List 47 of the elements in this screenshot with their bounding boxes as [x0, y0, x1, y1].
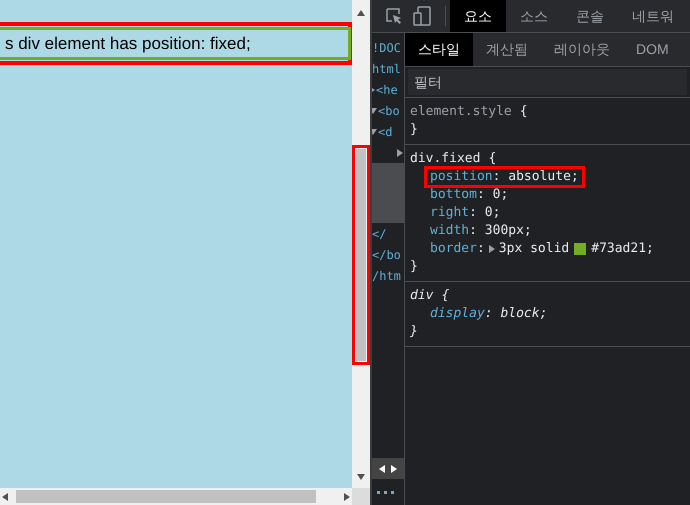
styles-subtab[interactable]: 계산됨 — [473, 33, 541, 66]
dom-node-text[interactable]: <he — [376, 80, 398, 98]
horizontal-scrollbar-thumb[interactable] — [16, 490, 316, 503]
more-dots-icon[interactable] — [377, 490, 395, 494]
dom-node-text[interactable]: </bo — [372, 246, 401, 264]
css-selector: div — [410, 287, 434, 306]
horizontal-scrollbar[interactable] — [0, 488, 352, 505]
css-declaration[interactable]: position: absolute; — [424, 166, 585, 188]
up-triangle-icon — [357, 10, 365, 16]
dom-node-text[interactable]: !DOC — [372, 38, 401, 56]
scrollbar-thumb[interactable] — [352, 145, 370, 365]
open-brace-text: { — [441, 287, 450, 306]
css-declaration[interactable]: display: block; — [424, 303, 554, 325]
styles-subtab[interactable]: DOM — [623, 33, 682, 66]
scroll-arrows-button[interactable] — [372, 458, 404, 479]
left-triangle-icon — [2, 492, 8, 500]
down-triangle-icon — [357, 474, 365, 480]
styles-subtab[interactable]: 레이아웃 — [541, 33, 623, 66]
devtools-tab[interactable]: 요소 — [450, 0, 506, 32]
inspect-element-icon[interactable] — [385, 7, 403, 25]
styles-subtab[interactable]: 스타일 — [405, 33, 473, 66]
selected-node-row[interactable] — [372, 163, 404, 223]
dom-node-text[interactable]: <d — [378, 122, 392, 140]
close-brace-text: } — [410, 121, 418, 140]
vertical-scrollbar[interactable] — [352, 0, 370, 488]
fixed-div-text: s div element has position: fixed; — [4, 32, 251, 55]
close-brace-text: } — [410, 323, 418, 342]
right-triangle-icon — [344, 492, 350, 500]
devtools-tab[interactable]: 소스 — [506, 0, 562, 32]
color-swatch-icon[interactable] — [574, 243, 586, 255]
open-brace-text: { — [488, 150, 496, 168]
filter-field[interactable]: 필터 — [408, 69, 687, 95]
devtools-tab[interactable]: 콘솔 — [562, 0, 618, 32]
css-selector: element.style — [410, 103, 512, 122]
dom-node-text[interactable]: /htm — [372, 266, 401, 284]
device-toolbar-icon[interactable] — [413, 6, 433, 26]
scrollbar-corner — [352, 488, 370, 505]
open-brace-text: { — [520, 103, 528, 122]
left-triangle-icon — [379, 464, 385, 472]
dom-node-text[interactable]: </ — [372, 224, 386, 242]
right-triangle-icon — [391, 464, 397, 472]
close-brace-text: } — [410, 258, 418, 276]
devtools-tab[interactable]: 네트워 — [618, 0, 688, 32]
css-selector: div.fixed — [410, 150, 480, 168]
dom-node-text[interactable]: html — [372, 60, 401, 78]
dom-node-text[interactable]: <bo — [378, 102, 400, 120]
right-triangle-icon — [488, 245, 495, 253]
